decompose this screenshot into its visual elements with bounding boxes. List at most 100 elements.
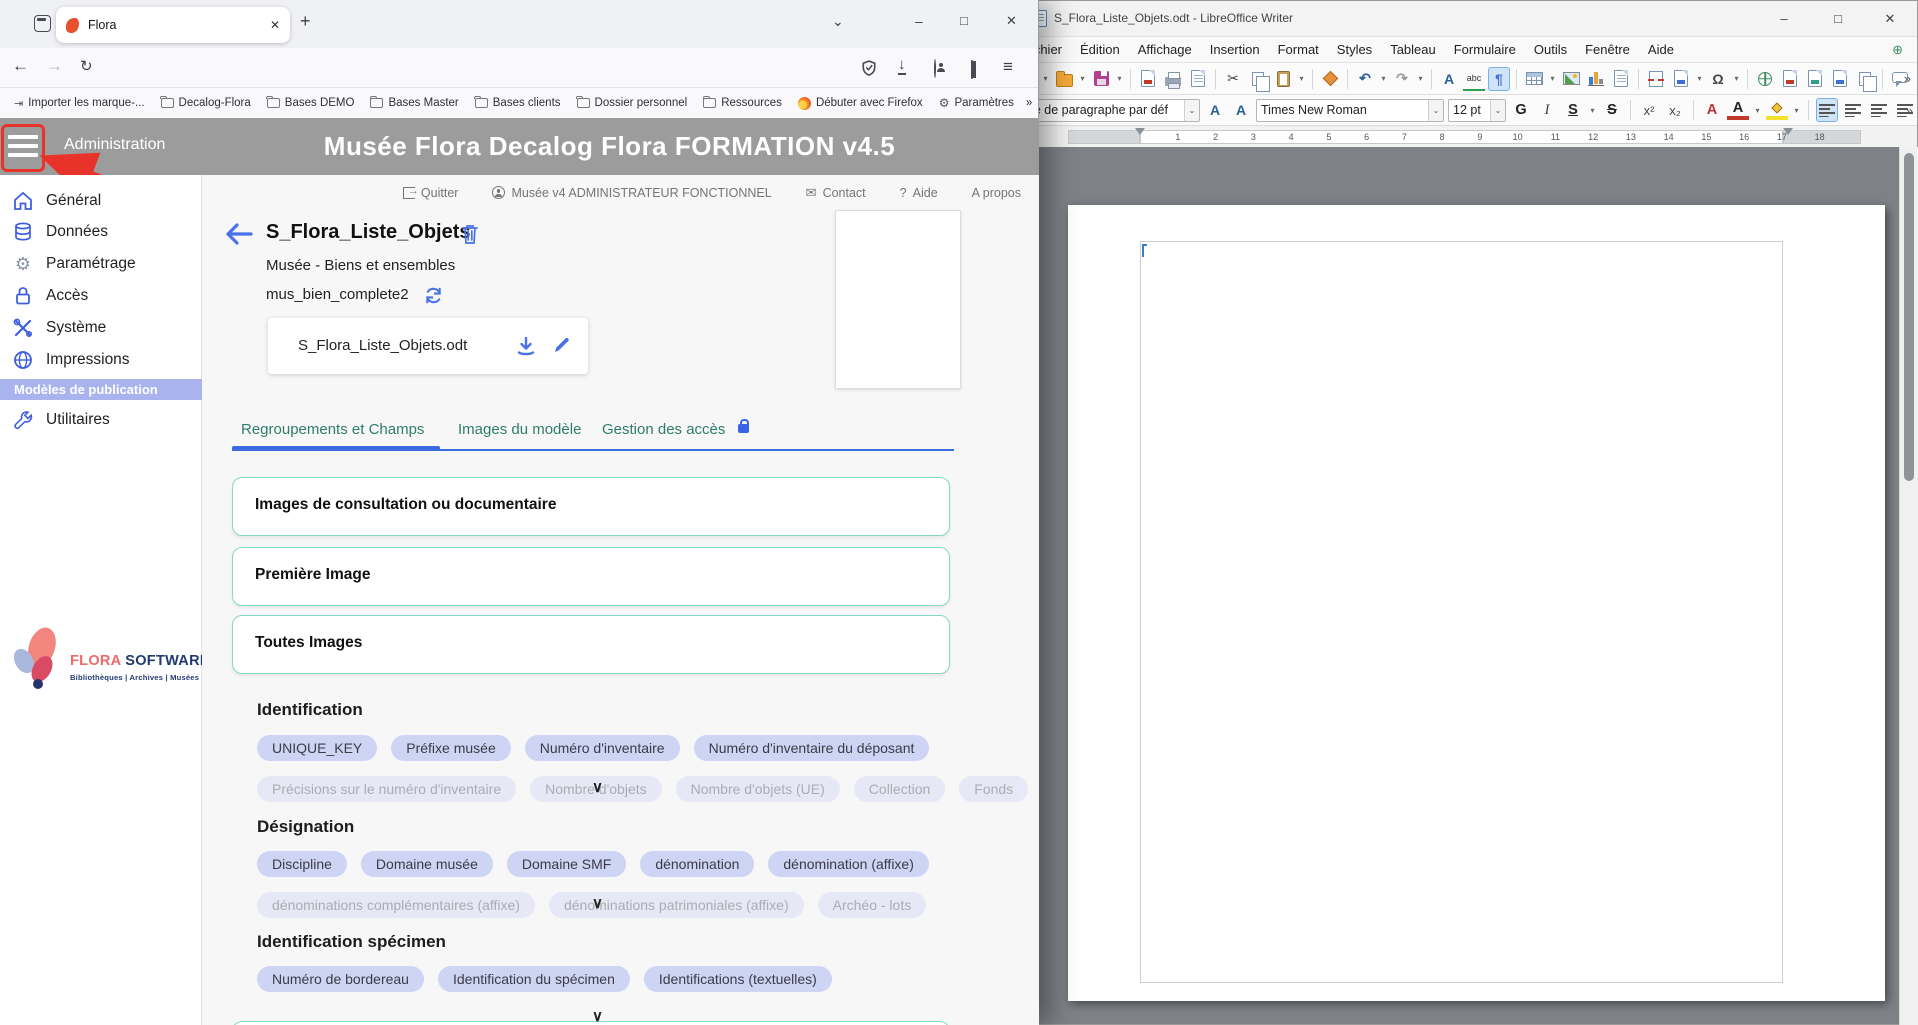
back-button[interactable]: ← [12, 56, 29, 76]
superscript-button[interactable]: x² [1638, 98, 1660, 122]
bookmarks-overflow-icon[interactable]: » [1024, 94, 1034, 112]
group-images-consultation[interactable]: Images de consultation ou documentaire [232, 477, 950, 536]
bookmark-folder[interactable]: Bases Master [364, 94, 464, 112]
right-indent-marker[interactable] [1783, 128, 1793, 140]
hyperlink-icon[interactable] [1754, 67, 1776, 91]
forward-button[interactable]: → [46, 56, 63, 76]
find-replace-icon[interactable]: A [1438, 67, 1460, 91]
writer-vertical-scrollbar[interactable] [1899, 147, 1918, 1025]
bookmark-settings[interactable]: ⚙Paramètres [933, 93, 1020, 113]
sidebar-item-acces[interactable]: Accès [0, 281, 202, 311]
writer-menu-item[interactable]: Formulaire [1445, 42, 1525, 57]
expand-chevron-icon[interactable]: ∨ [592, 894, 603, 912]
align-right-button[interactable] [1868, 98, 1890, 122]
insert-field-icon[interactable] [1670, 67, 1692, 91]
align-center-button[interactable] [1842, 98, 1864, 122]
browser-minimize-button[interactable]: – [915, 13, 923, 29]
list-tabs-icon[interactable]: ⌄ [832, 13, 844, 30]
redo-caret[interactable]: ▾ [1416, 74, 1425, 83]
field-chip-faded[interactable]: Archéo - lots [818, 892, 927, 918]
open-file-caret[interactable]: ▾ [1078, 74, 1087, 83]
browser-tab-flora[interactable]: Flora ✕ [56, 7, 290, 43]
bookmark-folder[interactable]: Decalog-Flora [155, 94, 257, 112]
undo-caret[interactable]: ▾ [1379, 74, 1388, 83]
writer-titlebar[interactable]: S_Flora_Liste_Objets.odt - LibreOffice W… [1006, 1, 1917, 37]
formatting-marks-icon[interactable]: ¶ [1488, 67, 1510, 91]
horizontal-ruler[interactable]: 123456789101112131415161718 [1006, 126, 1917, 147]
field-chip[interactable]: Numéro de bordereau [257, 966, 424, 992]
field-chip[interactable]: dénomination (affixe) [768, 851, 928, 877]
writer-menu-item[interactable]: Édition [1071, 42, 1129, 57]
copy-icon[interactable] [1247, 67, 1269, 91]
writer-menu-item[interactable]: Format [1269, 42, 1328, 57]
tab-images-modele[interactable]: Images du modèle [458, 421, 581, 438]
new-style-icon[interactable]: A [1230, 98, 1252, 122]
insert-chart-icon[interactable] [1585, 67, 1607, 91]
field-chip[interactable]: Identifications (textuelles) [644, 966, 832, 992]
paragraph-style-caret[interactable]: ⌄ [1184, 100, 1199, 121]
app-menu-icon[interactable]: ≡ [1003, 57, 1013, 77]
undo-icon[interactable]: ↶ [1354, 67, 1376, 91]
toolbar-overflow-icon[interactable]: » [1904, 71, 1911, 86]
insert-table-icon[interactable] [1523, 67, 1545, 91]
field-chip[interactable]: Domaine SMF [507, 851, 626, 877]
quit-button[interactable]: Quitter [403, 186, 459, 200]
footnote-icon[interactable] [1779, 67, 1801, 91]
writer-menu-item[interactable]: Aide [1639, 42, 1683, 57]
field-chip[interactable]: Domaine musée [361, 851, 493, 877]
tab-close-icon[interactable]: ✕ [270, 18, 280, 32]
download-icon[interactable] [515, 335, 537, 357]
writer-menu-item[interactable]: Outils [1525, 42, 1576, 57]
new-document-caret[interactable]: ▾ [1041, 74, 1050, 83]
highlight-caret[interactable]: ▾ [1792, 106, 1801, 115]
export-pdf-icon[interactable] [1137, 67, 1159, 91]
field-chip-faded[interactable]: dénominations patrimoniales (affixe) [549, 892, 804, 918]
contact-button[interactable]: ✉Contact [806, 185, 866, 201]
field-chip[interactable]: Identification du spécimen [438, 966, 630, 992]
paste-caret[interactable]: ▾ [1297, 74, 1306, 83]
page-break-icon[interactable] [1645, 67, 1667, 91]
bookmark-import[interactable]: ⇥Importer les marque-... [8, 94, 151, 113]
spellcheck-icon[interactable]: abc [1463, 67, 1485, 91]
underline-caret[interactable]: ▾ [1588, 106, 1597, 115]
writer-menu-item[interactable]: Tableau [1381, 42, 1445, 57]
field-chip-faded[interactable]: dénominations complémentaires (affixe) [257, 892, 535, 918]
writer-scrollbar-thumb[interactable] [1904, 153, 1914, 481]
insert-textbox-icon[interactable] [1610, 67, 1632, 91]
group-premiere-image[interactable]: Première Image [232, 547, 950, 606]
insert-image-icon[interactable] [1560, 67, 1582, 91]
cut-icon[interactable]: ✂ [1222, 67, 1244, 91]
bookmark-folder[interactable]: Dossier personnel [571, 94, 694, 112]
open-file-icon[interactable] [1053, 67, 1075, 91]
tab-gestion-acces[interactable]: Gestion des accès [602, 421, 725, 438]
cross-reference-icon[interactable] [1854, 67, 1876, 91]
writer-menu-item[interactable]: Insertion [1201, 42, 1269, 57]
sidebar-item-impressions[interactable]: Impressions [0, 345, 202, 375]
writer-minimize-button[interactable]: – [1769, 7, 1799, 31]
save-caret[interactable]: ▾ [1115, 74, 1124, 83]
model-file-card[interactable]: S_Flora_Liste_Objets.odt [268, 318, 588, 374]
back-arrow-icon[interactable] [224, 222, 254, 246]
save-icon[interactable] [1090, 67, 1112, 91]
language-globe-icon[interactable]: ⊕ [1892, 42, 1903, 58]
field-chip-faded[interactable]: Nombre d'objets (UE) [676, 776, 840, 802]
font-name-caret[interactable]: ⌄ [1428, 100, 1443, 121]
tab-regroupements-champs[interactable]: Regroupements et Champs [241, 421, 424, 438]
font-color-button[interactable]: A [1727, 100, 1749, 120]
print-preview-icon[interactable] [1187, 67, 1209, 91]
writer-maximize-button[interactable]: □ [1823, 7, 1853, 31]
underline-button[interactable]: S [1562, 98, 1584, 122]
help-button[interactable]: ?Aide [900, 186, 938, 200]
bookmark-folder[interactable]: Bases DEMO [261, 94, 361, 112]
expand-chevron-icon[interactable]: ∨ [592, 778, 603, 796]
bookmark-firefox-start[interactable]: Débuter avec Firefox [792, 94, 929, 113]
edit-pencil-icon[interactable] [552, 335, 572, 355]
writer-menu-item[interactable]: Affichage [1129, 42, 1201, 57]
writer-menu-item[interactable]: Fenêtre [1576, 42, 1639, 57]
bookmark-folder[interactable]: Ressources [697, 94, 788, 112]
font-name-combo[interactable]: Times New Roman⌄ [1256, 99, 1444, 122]
sidebar-item-utilitaires[interactable]: Utilitaires [0, 405, 202, 435]
field-chip-faded[interactable]: Précisions sur le numéro d'inventaire [257, 776, 516, 802]
trash-icon[interactable] [460, 223, 480, 245]
endnote-icon[interactable] [1804, 67, 1826, 91]
